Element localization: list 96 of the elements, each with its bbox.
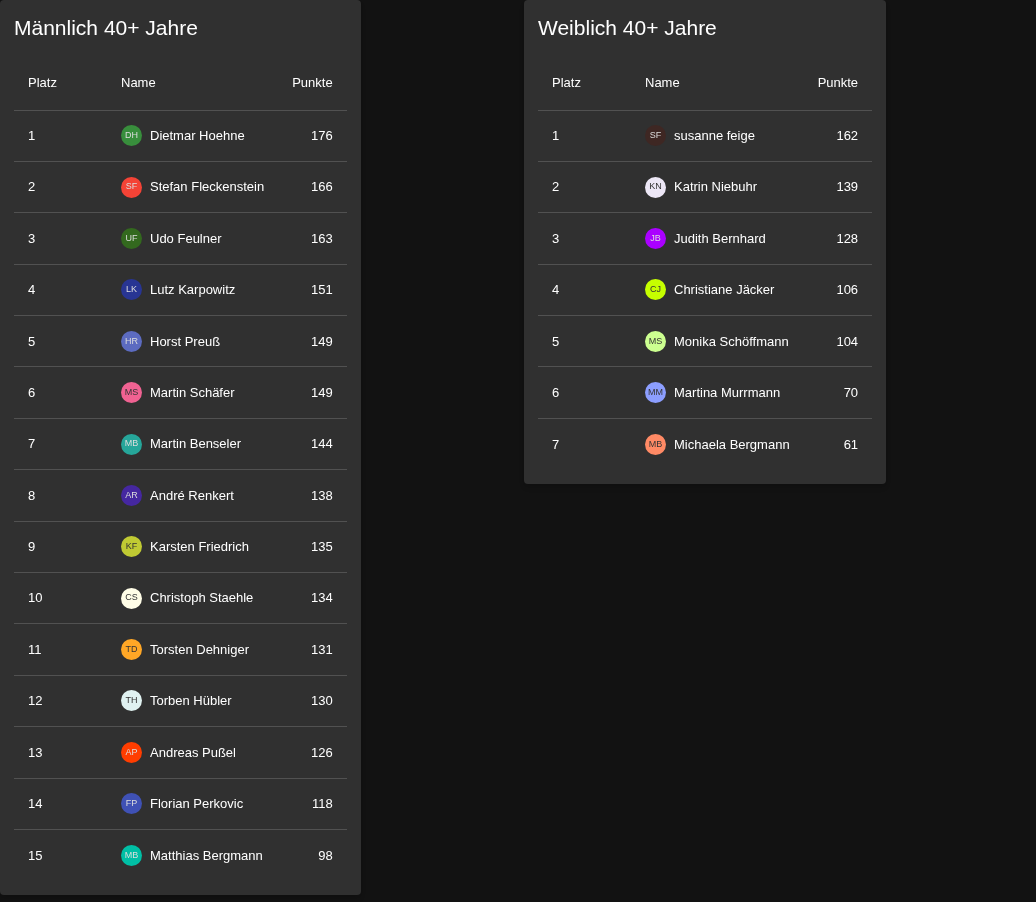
avatar: DH xyxy=(121,125,142,147)
rank: 1 xyxy=(552,127,560,143)
player-name: Christoph Staehle xyxy=(150,589,254,608)
points: 134 xyxy=(310,590,333,606)
points: 70 xyxy=(843,384,859,400)
player-name: Dietmar Hoehne xyxy=(150,126,245,145)
points: 104 xyxy=(836,333,859,349)
avatar: MS xyxy=(645,330,666,352)
points: 162 xyxy=(836,127,859,143)
avatar: KF xyxy=(121,536,142,558)
player-name: Andreas Pußel xyxy=(150,743,236,762)
rank: 13 xyxy=(28,744,43,760)
player-name: Lutz Karpowitz xyxy=(150,281,236,300)
rank: 3 xyxy=(28,230,36,246)
points: 131 xyxy=(310,641,333,657)
player-name: susanne feige xyxy=(674,126,755,145)
avatar: MB xyxy=(121,433,142,455)
points: 149 xyxy=(310,384,333,400)
card-title: Weiblich 40+ Jahre xyxy=(538,15,718,41)
player-name: Martina Murrmann xyxy=(674,383,781,402)
player-name: Stefan Fleckenstein xyxy=(150,178,265,197)
points: 139 xyxy=(836,179,859,195)
avatar: KN xyxy=(645,176,666,198)
player-name: Michaela Bergmann xyxy=(674,435,790,454)
rank: 3 xyxy=(552,230,560,246)
avatar: CJ xyxy=(645,279,666,301)
rank: 5 xyxy=(28,333,36,349)
player-name: Torben Hübler xyxy=(150,692,232,711)
avatar: MB xyxy=(645,433,666,455)
avatar: MB xyxy=(121,844,142,866)
player-name: Judith Bernhard xyxy=(674,229,766,248)
rank: 5 xyxy=(552,333,560,349)
rank: 4 xyxy=(28,282,36,298)
player-name: Christiane Jäcker xyxy=(674,281,775,300)
player-name: Martin Benseler xyxy=(150,435,242,454)
avatar: FP xyxy=(121,793,142,815)
rank: 7 xyxy=(28,436,36,452)
rank: 1 xyxy=(28,127,36,143)
avatar: MS xyxy=(121,382,142,404)
avatar: SF xyxy=(645,125,666,147)
avatar: UF xyxy=(121,227,142,249)
player-name: Florian Perkovic xyxy=(150,795,244,813)
points: 98 xyxy=(318,847,333,863)
points: 151 xyxy=(310,282,333,298)
rank: 10 xyxy=(28,590,43,606)
points: 176 xyxy=(310,127,333,143)
avatar: TH xyxy=(121,690,142,712)
column-header: Platz xyxy=(28,75,57,90)
rank: 2 xyxy=(28,179,36,195)
avatar: CS xyxy=(121,587,142,609)
points: 149 xyxy=(310,333,333,349)
avatar: JB xyxy=(645,227,666,249)
points: 106 xyxy=(836,282,859,298)
rank: 9 xyxy=(28,539,36,555)
player-name: Monika Schöffmann xyxy=(674,332,789,351)
points: 126 xyxy=(310,744,333,760)
rank: 8 xyxy=(28,487,36,503)
avatar: TD xyxy=(121,639,142,661)
avatar: HR xyxy=(121,330,142,352)
avatar: SF xyxy=(121,176,142,198)
points: 166 xyxy=(310,179,333,195)
player-name: André Renkert xyxy=(150,486,234,505)
rank: 15 xyxy=(28,847,43,863)
rank: 2 xyxy=(552,179,560,195)
points: 61 xyxy=(843,436,859,452)
player-name: Karsten Friedrich xyxy=(150,538,249,557)
column-header: Punkte xyxy=(292,75,333,90)
column-header: Name xyxy=(645,75,680,90)
column-header: Platz xyxy=(552,75,581,90)
rank: 7 xyxy=(552,436,560,452)
player-name: Matthias Bergmann xyxy=(150,846,263,865)
player-name: Horst Preuß xyxy=(150,332,221,351)
player-name: Torsten Dehniger xyxy=(150,640,249,659)
rank: 14 xyxy=(28,796,43,811)
card-title: Männlich 40+ Jahre xyxy=(14,15,199,41)
rank: 6 xyxy=(28,384,36,400)
player-name: Martin Schäfer xyxy=(150,383,235,402)
points: 144 xyxy=(310,436,333,452)
player-name: Katrin Niebuhr xyxy=(674,178,758,197)
points: 138 xyxy=(310,487,333,503)
rank: 4 xyxy=(552,282,560,298)
points: 128 xyxy=(836,230,859,246)
rank: 12 xyxy=(28,693,43,709)
points: 118 xyxy=(311,796,333,811)
column-header: Name xyxy=(121,75,156,90)
points: 130 xyxy=(310,693,333,709)
avatar: LK xyxy=(121,279,142,301)
rank: 11 xyxy=(28,641,42,657)
avatar: AR xyxy=(121,484,142,506)
avatar: AP xyxy=(121,741,142,763)
avatar: MM xyxy=(645,382,666,404)
column-header: Punkte xyxy=(817,75,859,90)
rank: 6 xyxy=(552,384,560,400)
points: 163 xyxy=(310,230,333,246)
player-name: Udo Feulner xyxy=(150,229,222,248)
points: 135 xyxy=(310,539,333,555)
